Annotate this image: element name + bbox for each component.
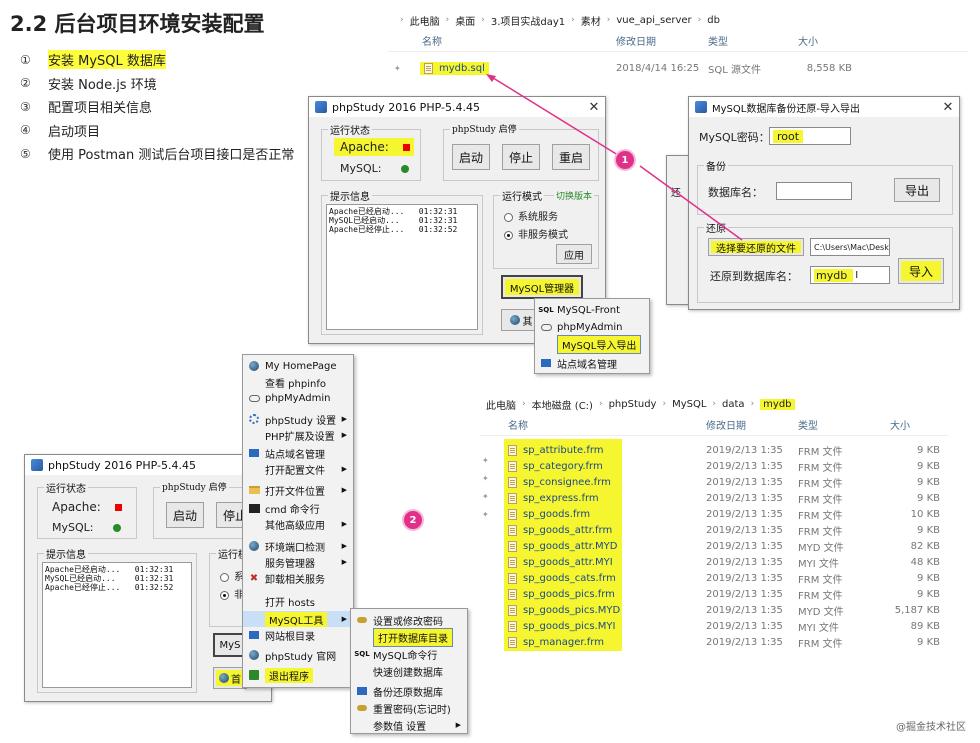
arrow-line [489, 75, 627, 161]
callout-2: 2 [404, 511, 422, 529]
arrow-head [486, 74, 496, 82]
callout-1: 1 [616, 151, 634, 169]
watermark: @掘金技术社区 [896, 722, 966, 733]
arrow-line [639, 165, 743, 241]
annotation-arrows [486, 74, 743, 241]
